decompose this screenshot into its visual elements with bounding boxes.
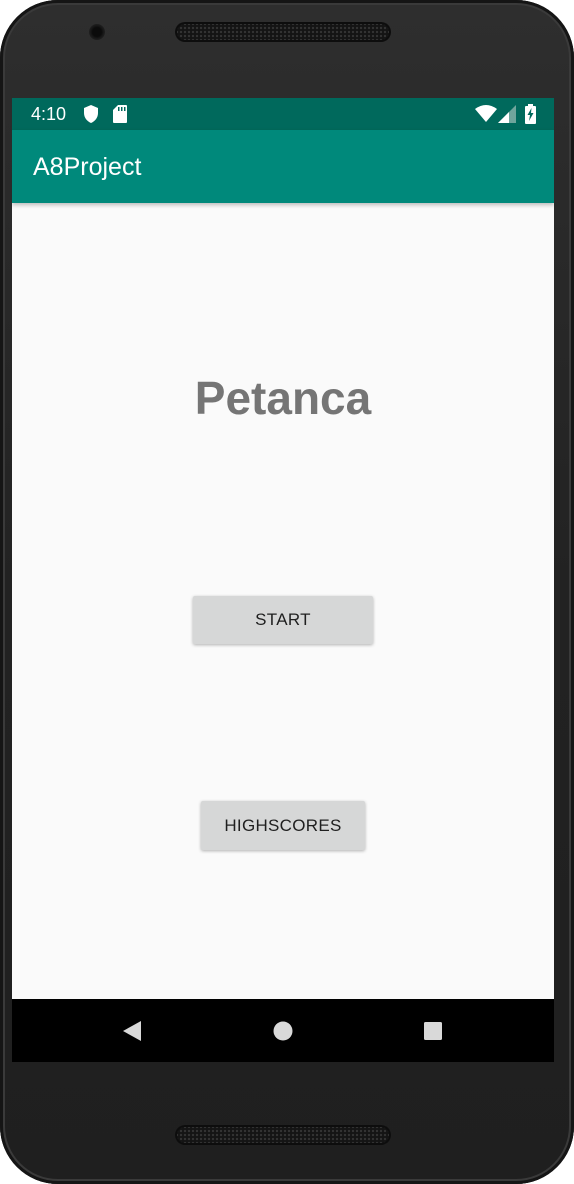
top-speaker-grille [175, 22, 391, 42]
start-button[interactable]: START [193, 596, 373, 644]
cell-signal-icon [498, 105, 516, 128]
back-icon[interactable] [116, 1015, 148, 1047]
battery-charging-icon [525, 104, 536, 129]
status-bar: 4:10 [12, 98, 554, 130]
phone-frame: 4:10 A8Project Petanca START HIGHSCORES [0, 0, 574, 1184]
wifi-icon [475, 105, 497, 128]
sd-card-icon [113, 105, 127, 128]
recents-icon[interactable] [417, 1015, 449, 1047]
navigation-bar [12, 999, 554, 1062]
home-icon[interactable] [267, 1015, 299, 1047]
app-bar: A8Project [12, 130, 554, 203]
status-time: 4:10 [31, 104, 67, 124]
app-title: A8Project [33, 153, 142, 181]
front-camera [89, 24, 105, 40]
bottom-speaker-grille [175, 1125, 391, 1145]
shield-icon [83, 105, 99, 128]
highscores-button[interactable]: HIGHSCORES [201, 801, 365, 850]
device-screen: 4:10 A8Project Petanca START HIGHSCORES [12, 98, 554, 1062]
game-title: Petanca [194, 372, 372, 424]
